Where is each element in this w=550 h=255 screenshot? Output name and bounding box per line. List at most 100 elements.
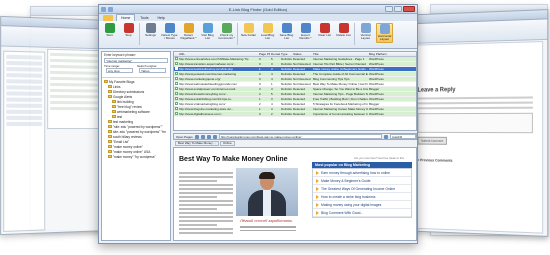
cell-dpr: 5 bbox=[271, 92, 273, 96]
address-bar[interactable]: http://supplsuckmoney.com/best-way-to-ma… bbox=[218, 134, 382, 139]
ribbon-button-horizontal-layout[interactable]: Horizontal Layout bbox=[376, 23, 393, 43]
ribbon-button-start[interactable]: Start bbox=[101, 23, 118, 37]
sidebar-popular: Are you new here? Get free ideas to this… bbox=[312, 154, 412, 218]
arrow-icon bbox=[316, 202, 319, 207]
title-bar: E-Link Blog Finder (Gold Edition) bbox=[99, 5, 417, 14]
ribbon-button-settings[interactable]: Settings bbox=[142, 23, 159, 37]
ribbon-button-detect-type-moves[interactable]: Detect Type / Moves bbox=[161, 23, 178, 41]
ribbon-button-stop[interactable]: Stop bbox=[120, 23, 137, 37]
web-page-view: Best Way To Make Money Online Лёгкий спо… bbox=[173, 147, 417, 241]
close-button[interactable] bbox=[403, 6, 415, 12]
go-icon[interactable] bbox=[384, 134, 388, 139]
cell-platform: WordPress bbox=[369, 112, 384, 116]
cell-ppr: 0 bbox=[259, 57, 261, 61]
refresh-icon[interactable] bbox=[206, 134, 211, 139]
tree-item[interactable]: "site:.edu "powered by wordpress"" bbox=[102, 124, 170, 129]
cell-type: DoFollow bbox=[281, 87, 292, 91]
cell-url: http://www.extrahitsblog.com/10-tips-to- bbox=[179, 97, 232, 101]
col-url[interactable]: URL bbox=[178, 52, 258, 56]
browser-tab[interactable]: Online bbox=[220, 141, 235, 146]
browser-toolbar: Open Pages http://supplsuckmoney.com/bes… bbox=[173, 133, 417, 140]
forward-icon[interactable] bbox=[200, 134, 205, 139]
cell-dpr: 4 bbox=[271, 77, 273, 81]
popular-item[interactable]: Making money using your digital images bbox=[313, 201, 411, 209]
ribbon-label: Vertical Layout bbox=[360, 33, 371, 41]
ribbon-button-save-blog-list[interactable]: Save Blog List bbox=[278, 23, 295, 41]
keyword-input[interactable]: "internet marketing" bbox=[104, 58, 168, 63]
tree-item-label: "make money online" USA bbox=[113, 149, 151, 154]
home-icon[interactable] bbox=[212, 134, 217, 139]
ribbon-button-new-folder[interactable]: New Folder bbox=[240, 23, 257, 37]
cell-status: Detected bbox=[293, 57, 306, 61]
folder-icon bbox=[108, 150, 112, 153]
ribbon-separator bbox=[237, 23, 238, 45]
ribbon-label: New Folder bbox=[240, 33, 257, 37]
ribbon-button-visit-blog-list[interactable]: Visit Blog List bbox=[199, 23, 216, 41]
previous-comments-link[interactable]: « Previous Comments bbox=[417, 158, 539, 164]
folder-icon bbox=[108, 155, 112, 158]
cell-dpr: 3 bbox=[271, 87, 273, 91]
ribbon-label: Start bbox=[106, 33, 113, 37]
cell-title: Internet Tits Part Bible | Secret Orient… bbox=[313, 62, 366, 66]
ribbon-button-export-results[interactable]: Export Results * bbox=[297, 23, 314, 41]
comment-textarea[interactable] bbox=[417, 112, 533, 134]
ribbon-button-vertical-layout[interactable]: Vertical Layout bbox=[357, 23, 374, 41]
tree-item[interactable]: "make money" "by wordpress" bbox=[102, 154, 170, 159]
search-engine-select[interactable]: Yahoo bbox=[139, 68, 166, 73]
app-menu-button[interactable] bbox=[103, 15, 113, 21]
minimize-button[interactable] bbox=[385, 6, 393, 12]
back-icon[interactable] bbox=[194, 134, 199, 139]
tab-home[interactable]: Home bbox=[116, 14, 136, 21]
ribbon-icon bbox=[300, 23, 311, 33]
col-page-pr[interactable]: Page PR bbox=[258, 52, 270, 56]
ribbon-icon bbox=[262, 23, 273, 33]
cell-dpr: 4 bbox=[271, 72, 273, 76]
cell-type: NoFollow bbox=[281, 82, 292, 86]
tree-item-label: Google Alerts bbox=[113, 94, 133, 99]
tab-help[interactable]: Help bbox=[154, 15, 169, 21]
tree-item[interactable]: site:.edu "powered by wordpress" "fre bbox=[102, 129, 170, 134]
cell-ppr: 1 bbox=[259, 107, 261, 111]
cell-type: NoFollow bbox=[281, 67, 292, 71]
autofill-select[interactable]: AutoFill bbox=[390, 134, 416, 139]
popular-item[interactable]: Earn money through advertising how to on… bbox=[313, 169, 411, 177]
ribbon-label: Load Blog List bbox=[260, 33, 275, 41]
col-title[interactable]: Title bbox=[312, 52, 368, 56]
cell-type: DoFollow bbox=[281, 112, 292, 116]
tab-tools[interactable]: Tools bbox=[136, 15, 152, 21]
ribbon-button-clear-list[interactable]: Clear List bbox=[316, 23, 333, 37]
popular-item[interactable]: Make Money & Beginner's Guide bbox=[313, 177, 411, 185]
popular-item[interactable]: How to create a niche blog business bbox=[313, 193, 411, 201]
cell-url: http://www.viralmarketingblog.com/ bbox=[179, 102, 226, 106]
blog-comment-page: Leave a Reply Submit Comment « Previous … bbox=[408, 41, 544, 234]
cell-title: Blog Commenting Tips Tips bbox=[313, 77, 350, 81]
col-type[interactable]: Type bbox=[280, 52, 292, 56]
table-row[interactable]: http://www.digitalbusiness.com/... 0 2 DoFo… bbox=[174, 112, 416, 117]
ribbon-button-detect-pagerank[interactable]: Detect PageRank * bbox=[180, 23, 197, 41]
open-pages-label[interactable]: Open Pages bbox=[176, 135, 193, 139]
col-status[interactable]: Status bbox=[292, 52, 312, 56]
tree-item-label: "Email List" bbox=[113, 139, 130, 144]
popular-item[interactable]: Blog Comment With Good... bbox=[313, 209, 411, 217]
ribbon-label: Stop bbox=[125, 33, 132, 37]
ribbon-button-delete-list[interactable]: Delete List bbox=[335, 23, 352, 37]
col-platform[interactable]: Blog Platform bbox=[368, 52, 398, 56]
cell-type: DoFollow bbox=[281, 97, 292, 101]
small-notice: Are you new here? Get free ideas to this… bbox=[354, 156, 405, 164]
cell-platform: WordPress bbox=[369, 107, 384, 111]
ribbon-icon bbox=[202, 23, 213, 33]
maximize-button[interactable] bbox=[394, 6, 402, 12]
cell-ppr: 0 bbox=[259, 77, 261, 81]
arrow-icon bbox=[316, 186, 319, 191]
folder-icon bbox=[108, 90, 112, 93]
submit-comment-button[interactable]: Submit Comment bbox=[417, 136, 448, 145]
cell-title: Best Way To Make Money Online | Get Free bbox=[313, 82, 368, 86]
col-domain-pr[interactable]: Domain PR bbox=[270, 52, 280, 56]
ribbon-button-load-blog-list[interactable]: Load Blog List bbox=[259, 23, 276, 41]
popular-item[interactable]: The Greatest Ways Of Generating Income O… bbox=[313, 185, 411, 193]
background-window-left bbox=[0, 15, 110, 236]
ribbon-button-check-my-comments[interactable]: Check my Comments * bbox=[218, 23, 235, 41]
browser-tab[interactable]: Best Way To Make Money ... bbox=[175, 141, 220, 146]
time-range-select[interactable]: Any time bbox=[106, 68, 133, 73]
cell-platform: WordPress bbox=[369, 97, 384, 101]
